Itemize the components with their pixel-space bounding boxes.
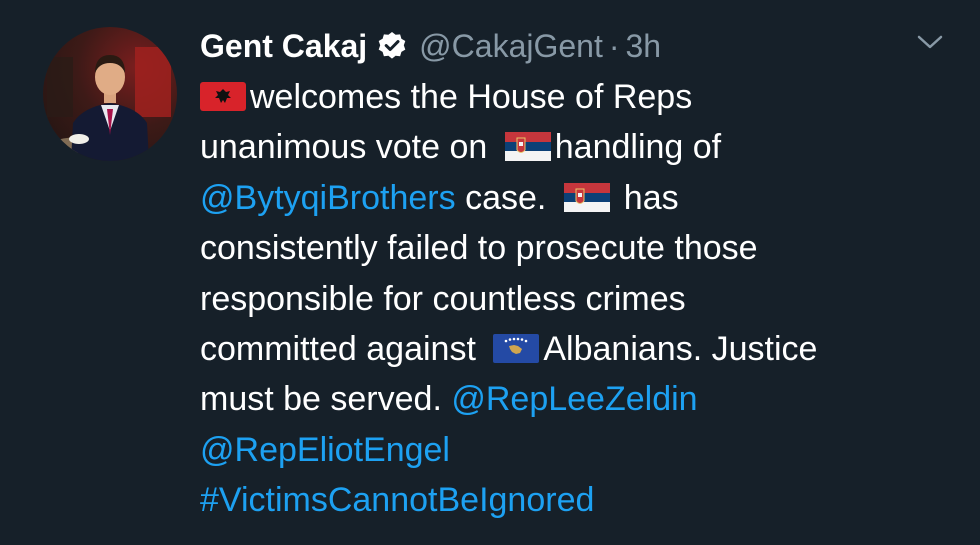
tweet-text-segment: Albanians. Justice [543,329,818,368]
albania-flag-icon [200,82,246,111]
kosovo-flag-icon [493,333,540,363]
tweet-text-segment: has [623,178,679,217]
tweet-line: #VictimsCannotBeIgnored [200,475,960,525]
tweet-line: @BytyqiBrothers case. has [200,173,960,223]
tweet-line: responsible for countless crimes [200,274,960,324]
mention-bytyqibrothers[interactable]: @BytyqiBrothers [200,179,456,217]
tweet-header: Gent Cakaj @CakajGent · 3h [200,22,940,70]
chevron-down-icon[interactable] [916,32,944,52]
tweet-text-segment: unanimous vote on [200,128,488,167]
tweet-line: welcomes the House of Reps [200,72,960,122]
serbia-flag-icon [504,132,551,162]
tweet-line: unanimous vote on handling of [200,122,960,172]
tweet-text-segment: consistently failed to prosecute those [200,229,758,268]
tweet-text-segment: welcomes the House of Reps [250,78,693,116]
tweet-text-segment: responsible for countless crimes [200,279,686,318]
tweet-timestamp[interactable]: 3h [626,28,662,65]
tweet-text-segment: must be served. [200,380,442,419]
author-handle[interactable]: @CakajGent [419,28,603,65]
tweet-line: consistently failed to prosecute those [200,223,960,273]
tweet-line: @RepEliotEngel [200,425,960,475]
mention-repleezeldin[interactable]: @RepLeeZeldin [451,380,697,418]
tweet-line: must be served. @RepLeeZeldin [200,374,960,424]
tweet-text-segment: case. [465,178,547,217]
header-separator: · [608,27,620,64]
tweet-text: welcomes the House of Reps unanimous vot… [200,72,960,526]
avatar-portrait [47,47,171,161]
mention-repeliotengel[interactable]: @RepEliotEngel [200,431,450,469]
tweet-text-segment: handling of [554,128,722,167]
author-name[interactable]: Gent Cakaj [200,28,367,65]
hashtag-victimscannotbeignored[interactable]: #VictimsCannotBeIgnored [200,481,594,519]
tweet-text-segment: committed against [200,329,476,368]
verified-badge-icon [377,31,407,61]
serbia-flag-icon [563,182,610,212]
tweet-line: committed against Albanians. Justice [200,324,960,374]
author-avatar[interactable] [43,27,177,161]
